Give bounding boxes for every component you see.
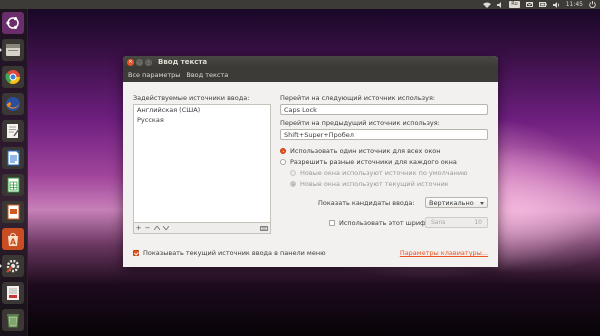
close-icon[interactable]: × [127,58,134,66]
checkbox-indicator [329,220,335,226]
prev-source-label: Перейти на предыдущий источник используя… [280,119,440,127]
same-source-radio[interactable]: Использовать один источник для всех окон [280,147,441,155]
text-entry-window: × – □ Ввод текста Все параметры Ввод тек… [123,56,498,267]
add-source-button[interactable]: + [134,224,143,232]
show-in-panel-label: Показывать текущий источник ввода в пане… [143,249,326,257]
breadcrumb-text-entry[interactable]: Ввод текста [186,70,228,80]
keyboard-layout-indicator[interactable]: Ru [509,1,520,8]
use-font-label: Использовать этот шрифт: [339,219,432,227]
window-title: Ввод текста [158,58,208,66]
text-editor-icon[interactable] [2,120,24,142]
new-windows-default-label: Новые окна используют источник по умолча… [300,169,468,177]
chevron-down-icon [480,202,484,205]
system-tray: Ru 11:45 [483,0,596,9]
files-icon[interactable] [0,39,24,61]
radio-indicator [280,159,286,165]
chromium-icon[interactable] [2,66,24,88]
new-windows-default-radio[interactable]: Новые окна используют источник по умолча… [290,169,468,177]
keyboard-layout-preview-icon[interactable] [259,224,268,232]
sound-icon[interactable] [497,1,503,8]
maximize-icon[interactable]: □ [145,58,152,66]
radio-indicator [290,170,296,176]
next-source-shortcut[interactable]: Caps Lock [280,104,488,115]
same-source-label: Использовать один источник для всех окон [290,147,441,155]
mail-icon[interactable] [525,2,533,7]
font-button[interactable]: Sans 10 [425,217,488,228]
svg-text:A: A [10,238,17,247]
network-icon[interactable] [483,2,492,8]
prev-source-shortcut[interactable]: Shift+Super+Пробел [280,129,488,140]
candidates-select[interactable]: Вертикально [425,197,488,208]
minimize-icon[interactable]: – [136,58,143,66]
firefox-icon[interactable] [2,93,24,115]
per-window-radio[interactable]: Разрешить разные источники для каждого о… [280,158,457,166]
input-sources-list[interactable]: Английская (США) Русская [133,104,271,223]
battery-icon[interactable] [538,2,547,7]
list-item[interactable]: Английская (США) [134,105,270,115]
window-content: Задействуемые источники ввода: Английска… [123,82,498,267]
use-font-checkbox[interactable]: Использовать этот шрифт: [329,219,432,227]
software-center-icon[interactable]: A [2,228,24,250]
breadcrumb: Все параметры Ввод текста [123,68,498,82]
impress-icon[interactable] [2,201,24,223]
move-up-icon[interactable] [152,224,161,232]
system-settings-icon[interactable] [0,255,24,277]
checkbox-indicator [133,250,139,256]
move-down-icon[interactable] [161,224,170,232]
input-sources-toolbar: + − [133,222,271,234]
radio-indicator [290,181,296,187]
next-source-label: Перейти на следующий источник используя: [280,94,436,102]
show-in-panel-checkbox[interactable]: Показывать текущий источник ввода в пане… [133,249,326,257]
window-titlebar[interactable]: × – □ Ввод текста [123,56,498,68]
breadcrumb-all-settings[interactable]: Все параметры [128,70,180,80]
clock[interactable]: 11:45 [566,1,583,8]
per-window-label: Разрешить разные источники для каждого о… [290,158,457,166]
writer-icon[interactable] [2,147,24,169]
keyboard-settings-link[interactable]: Параметры клавиатуры... [400,249,488,257]
remove-source-button[interactable]: − [143,224,152,232]
trash-icon[interactable] [2,309,24,331]
input-sources-label: Задействуемые источники ввода: [133,94,250,102]
new-windows-current-label: Новые окна используют текущий источник [300,180,449,188]
list-item[interactable]: Русская [134,115,270,125]
font-size: 10 [474,219,482,226]
launcher: A [0,9,28,336]
candidates-label: Показать кандидаты ввода: [318,199,415,207]
pdf-reader-icon[interactable] [2,282,24,304]
radio-indicator [280,148,286,154]
font-name: Sans [431,219,446,226]
volume-icon[interactable] [552,1,560,8]
candidates-value: Вертикально [429,199,474,207]
ubuntu-dash-icon[interactable] [2,12,24,34]
power-icon[interactable] [589,1,596,8]
top-panel: Ru 11:45 [0,0,600,9]
new-windows-current-radio[interactable]: Новые окна используют текущий источник [290,180,449,188]
calc-icon[interactable] [2,174,24,196]
